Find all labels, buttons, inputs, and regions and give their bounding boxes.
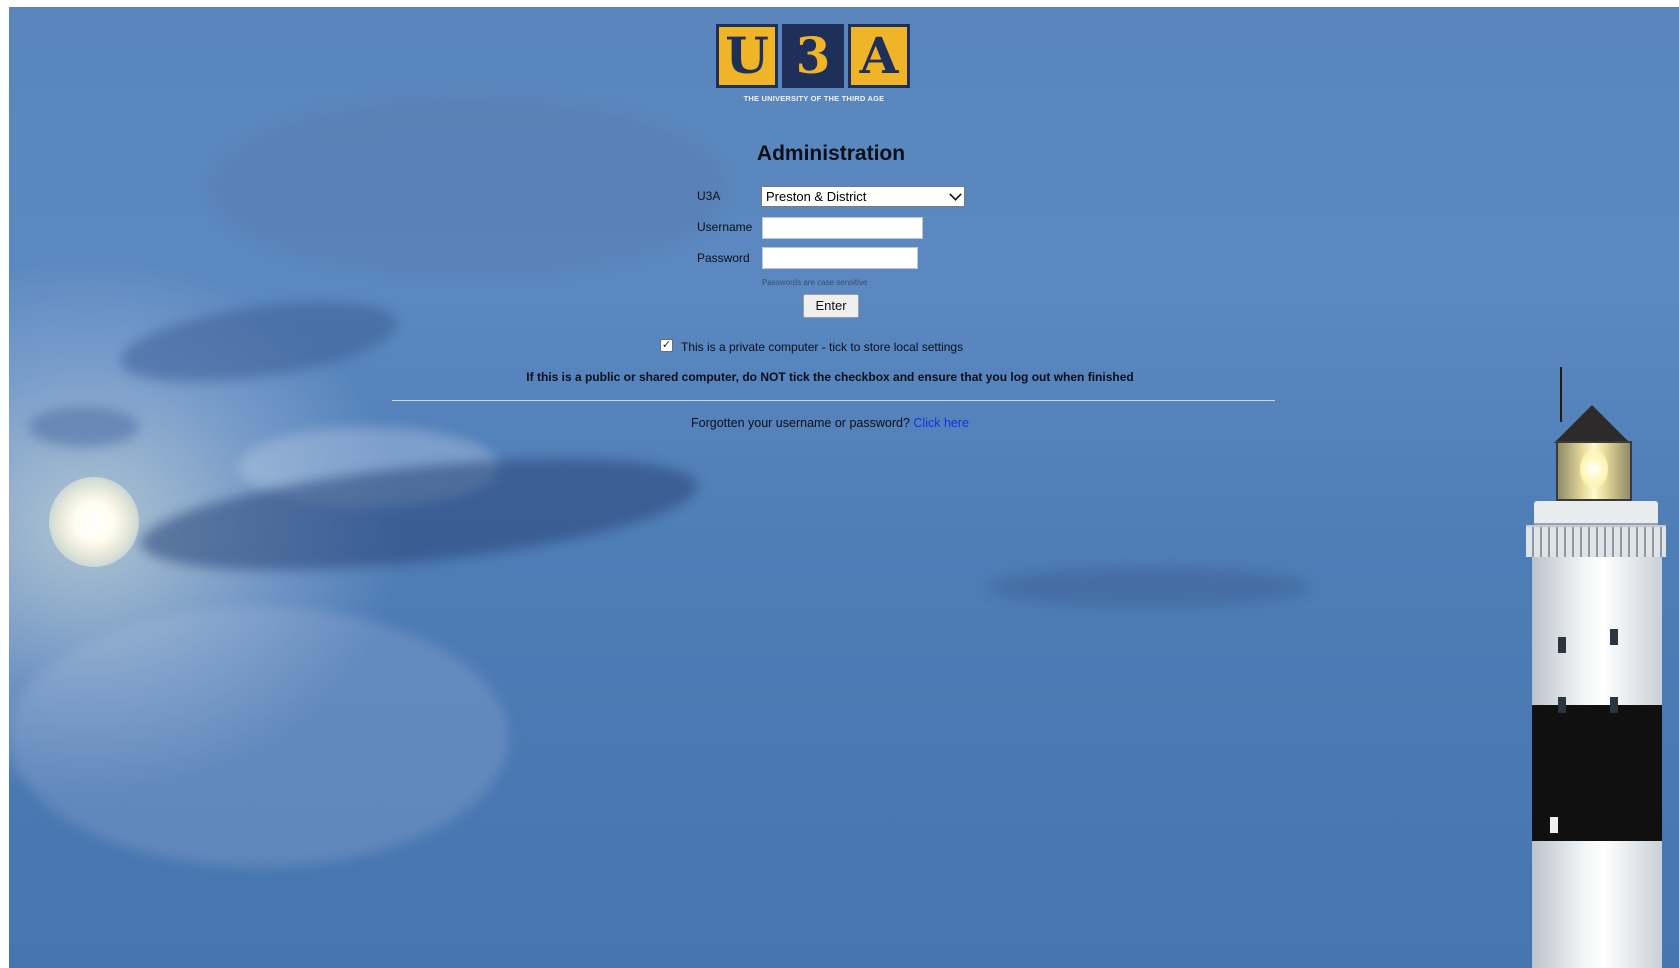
forgot-link[interactable]: Click here (913, 416, 969, 430)
logo-letter-3: 3 (782, 24, 844, 88)
page-title: Administration (756, 142, 906, 165)
private-computer-label: This is a private computer - tick to sto… (681, 340, 964, 354)
u3a-label: U3A (697, 189, 721, 203)
forgot-text: Forgotten your username or password? (691, 416, 910, 430)
password-label: Password (697, 251, 750, 265)
u3a-select[interactable]: Preston & District (761, 186, 965, 207)
password-hint: Passwords are case sensitive (762, 278, 868, 287)
u3a-selected-value: Preston & District (766, 189, 867, 204)
logo-letter-a: A (848, 24, 910, 88)
enter-button[interactable]: Enter (803, 294, 859, 318)
login-panel: U 3 A THE UNIVERSITY OF THE THIRD AGE Ad… (0, 0, 1679, 968)
logo-tagline: THE UNIVERSITY OF THE THIRD AGE (743, 94, 885, 103)
username-input[interactable] (762, 217, 923, 239)
checkmark-icon: ✓ (661, 339, 672, 351)
username-label: Username (697, 220, 753, 234)
private-computer-checkbox[interactable]: ✓ (660, 339, 673, 352)
public-computer-warning: If this is a public or shared computer, … (526, 370, 1134, 384)
u3a-logo: U 3 A THE UNIVERSITY OF THE THIRD AGE (716, 24, 912, 108)
forgot-credentials: Forgotten your username or password? Cli… (560, 416, 1100, 430)
chevron-down-icon (949, 188, 962, 201)
logo-letter-u: U (716, 24, 778, 88)
password-input[interactable] (762, 247, 918, 269)
divider (392, 400, 1275, 401)
